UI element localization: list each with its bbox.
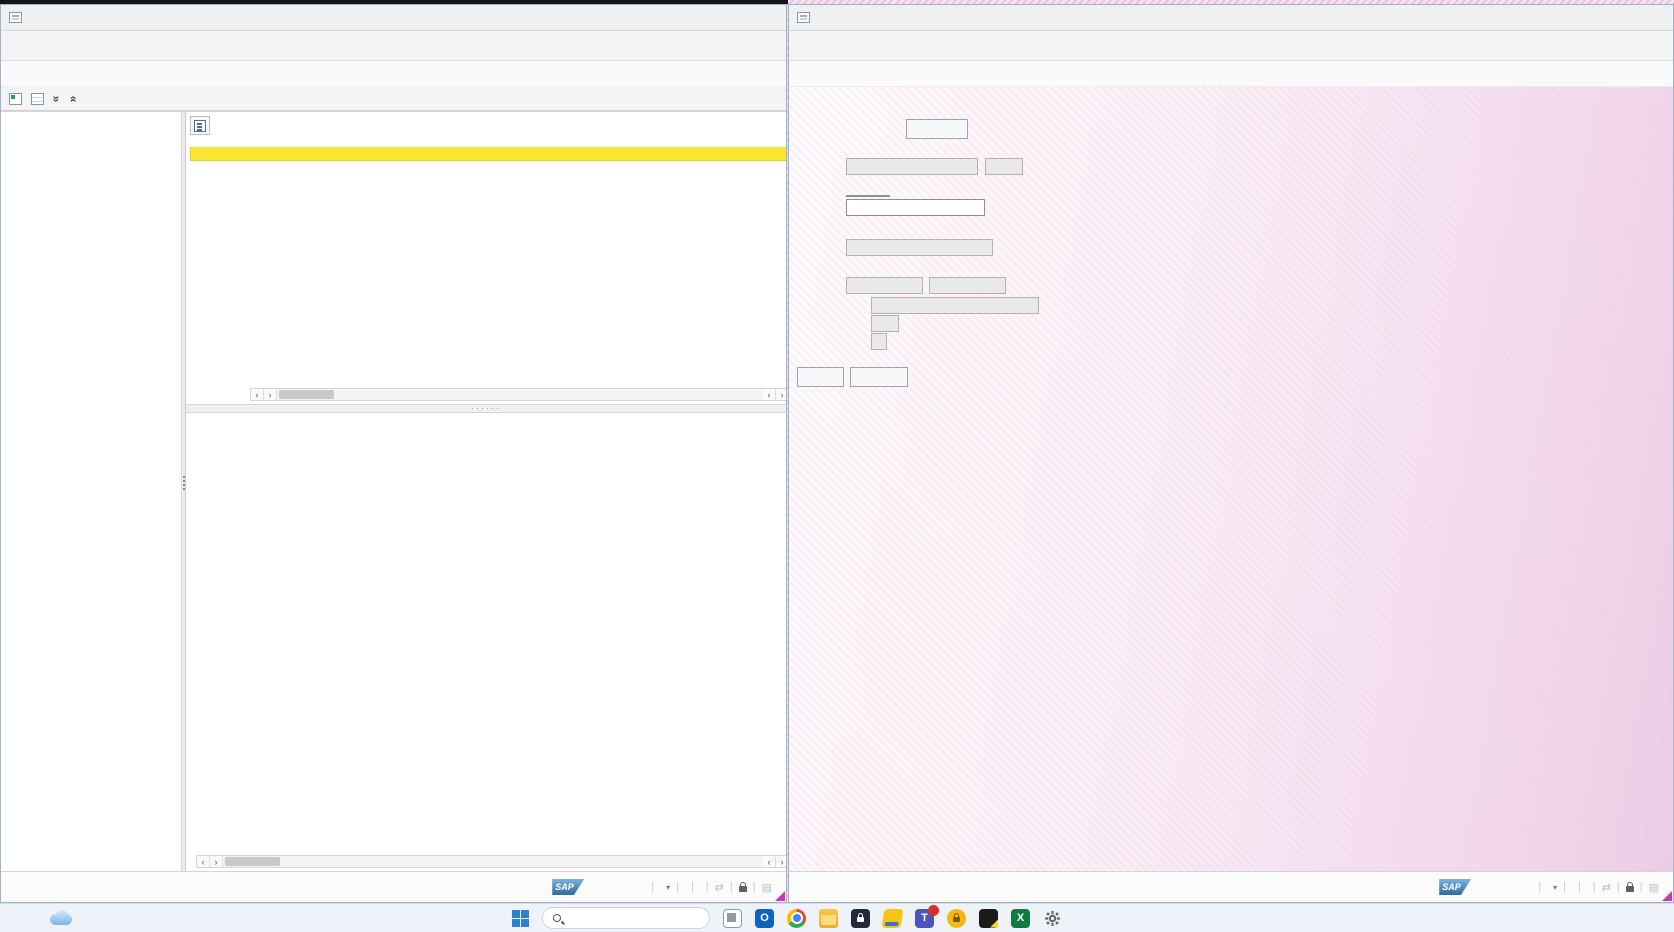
clipboard-icon: ▤ — [1649, 881, 1659, 894]
sn-field[interactable] — [871, 333, 887, 350]
lock-icon — [739, 886, 747, 892]
protyp-field[interactable] — [985, 158, 1023, 175]
window-menu-icon[interactable] — [9, 12, 22, 23]
batch-field[interactable] — [846, 277, 923, 294]
weather-widget[interactable] — [48, 907, 81, 927]
windows-taskbar: O T X — [0, 903, 1674, 932]
settings-gear-icon[interactable] — [1043, 909, 1062, 928]
system-toolbar — [1, 31, 786, 61]
sap-logo: SAP — [552, 879, 584, 895]
f3-print-button[interactable] — [850, 367, 908, 387]
collapse-all-icon[interactable]: » — [65, 95, 79, 102]
horizontal-scrollbar[interactable]: ‹› ‹› — [250, 388, 786, 401]
file-explorer-icon[interactable] — [819, 909, 838, 928]
append-row[interactable] — [190, 147, 786, 161]
rf-screen — [789, 87, 1673, 871]
scroll-right-icon[interactable]: › — [264, 389, 277, 400]
clipboard-icon: ▤ — [762, 881, 772, 894]
main-area: ‹› ‹› ······ ‹› ‹› — [1, 111, 786, 871]
panel-splitter[interactable]: ······ — [186, 404, 786, 413]
resize-grip[interactable] — [1662, 891, 1672, 901]
expiry-date-field[interactable] — [929, 277, 1006, 294]
desktop: » » ‹› ‹› — [0, 0, 1674, 932]
scroll-left-icon[interactable]: ‹ — [763, 389, 776, 400]
task-view-icon[interactable] — [723, 909, 742, 928]
content-area: ‹› ‹› ······ ‹› ‹› — [186, 112, 786, 871]
scroll-left-icon[interactable]: ‹ — [197, 856, 210, 867]
lock-icon — [1626, 886, 1634, 892]
sap-logo: SAP — [1439, 879, 1471, 895]
titlebar[interactable] — [1, 5, 786, 31]
titlebar[interactable] — [789, 5, 1673, 31]
chevron-down-icon[interactable]: ▾ — [1553, 883, 1557, 892]
keepass-icon[interactable] — [947, 909, 966, 928]
prod-input[interactable] — [846, 199, 985, 216]
response-time-icon: ⇄ — [1602, 881, 1611, 894]
inbound-delivery-panel: ‹› ‹› — [186, 112, 786, 404]
status-bar: SAP | ▾ | | | ⇄ | | ▤ — [789, 871, 1673, 902]
scroll-right-icon[interactable]: › — [776, 389, 786, 400]
column-tree-icon[interactable] — [9, 93, 22, 105]
field-underline — [846, 195, 890, 197]
excel-icon[interactable]: X — [1011, 909, 1030, 928]
notes-app-icon[interactable] — [979, 909, 998, 928]
chrome-icon[interactable] — [787, 909, 806, 928]
detail-view-button[interactable] — [190, 116, 210, 135]
scroll-right-icon[interactable]: › — [210, 856, 223, 867]
sticky-note-app-icon[interactable] — [882, 909, 904, 928]
chevron-down-icon[interactable]: ▾ — [666, 883, 670, 892]
scroll-thumb[interactable] — [279, 390, 334, 399]
expand-all-icon[interactable]: » — [49, 95, 63, 102]
weather-cloud-icon — [48, 910, 74, 927]
table-view-icon[interactable] — [31, 93, 44, 105]
window-rf-sap: SAP | ▾ | | | ⇄ | | ▤ — [788, 4, 1674, 903]
detail-icon — [194, 120, 206, 132]
protxt-field[interactable] — [846, 239, 993, 256]
wt-counting-panel: ‹› ‹› — [186, 413, 786, 871]
notification-badge — [928, 905, 939, 916]
f7-back-button[interactable] — [906, 119, 968, 139]
screen-header — [789, 61, 1673, 87]
taskbar-search[interactable] — [542, 907, 710, 929]
resize-grip[interactable] — [775, 891, 785, 901]
application-toolbar: » » — [1, 87, 786, 111]
scroll-right-icon[interactable]: › — [776, 856, 786, 867]
lock-app-icon[interactable] — [851, 909, 870, 928]
status-bar: SAP | ▾ | | | ⇄ | | ▤ — [1, 871, 786, 902]
scroll-left-icon[interactable]: ‹ — [763, 856, 776, 867]
monitor-tree — [1, 112, 181, 871]
system-toolbar — [789, 31, 1673, 61]
start-button[interactable] — [512, 910, 529, 927]
search-icon — [553, 914, 561, 922]
f2-cr-button[interactable] — [797, 367, 844, 387]
outlook-icon[interactable]: O — [755, 909, 774, 928]
response-time-icon: ⇄ — [715, 881, 724, 894]
scroll-left-icon[interactable]: ‹ — [251, 389, 264, 400]
srcbin-field[interactable] — [846, 158, 978, 175]
qty-field[interactable] — [871, 297, 1039, 314]
teams-icon[interactable]: T — [915, 909, 934, 928]
window-wm-monitor: » » ‹› ‹› — [0, 4, 787, 903]
horizontal-scrollbar[interactable]: ‹› ‹› — [196, 855, 786, 868]
uom-field[interactable] — [871, 315, 899, 332]
window-menu-icon[interactable] — [797, 12, 810, 23]
screen-header — [1, 61, 786, 87]
scroll-thumb[interactable] — [225, 857, 280, 866]
